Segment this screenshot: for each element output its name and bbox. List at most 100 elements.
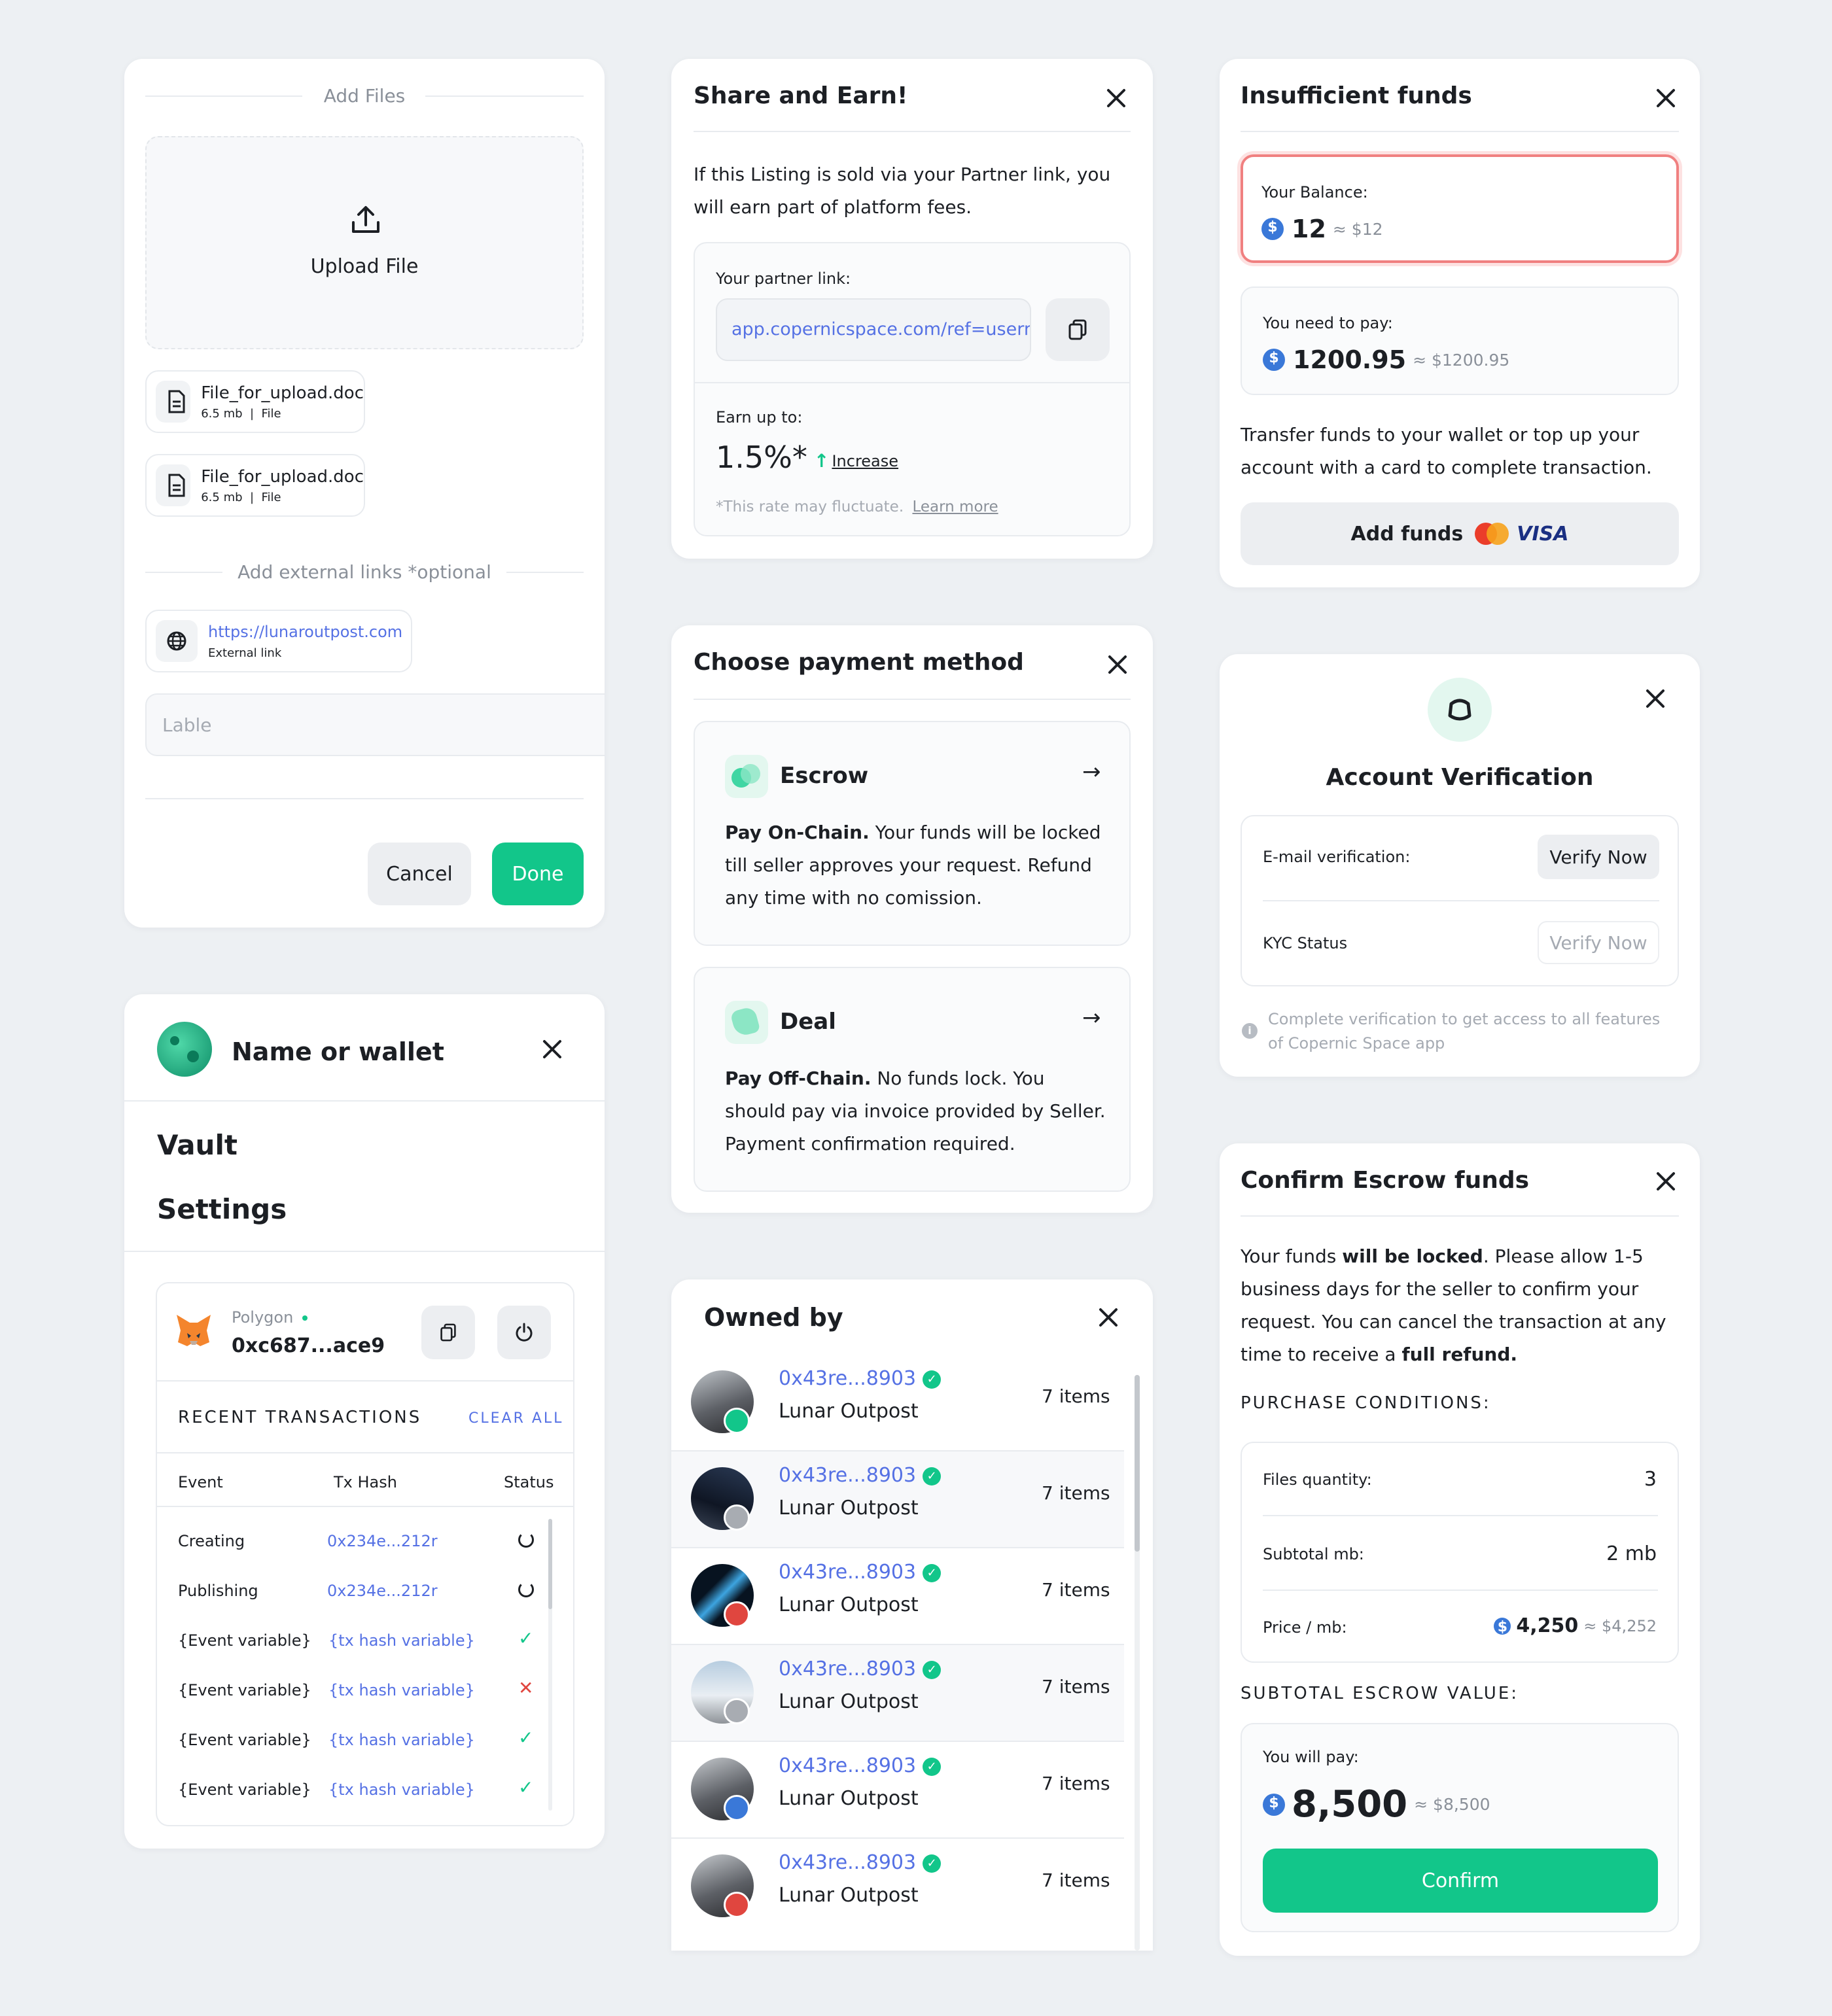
wallet-avatar	[157, 1022, 212, 1077]
email-verify-button[interactable]: Verify Now	[1538, 835, 1659, 879]
upload-icon	[352, 206, 379, 233]
verification-title: Account Verification	[1326, 764, 1594, 791]
tx-hash[interactable]: {tx hash variable}	[328, 1731, 475, 1749]
need-to-pay-label: You need to pay:	[1263, 314, 1393, 332]
close-icon[interactable]	[539, 1036, 565, 1062]
need-to-pay-usd: ≈ $1200.95	[1413, 350, 1510, 370]
owner-items: 7 items	[1042, 1579, 1110, 1601]
close-icon[interactable]	[1095, 1304, 1121, 1330]
close-icon[interactable]	[1653, 1168, 1679, 1194]
tx-hash[interactable]: {tx hash variable}	[328, 1631, 475, 1650]
escrow-option[interactable]: Escrow → Pay On-Chain. Your funds will b…	[694, 721, 1131, 946]
payment-method-title: Choose payment method	[694, 649, 1024, 676]
subtotal-escrow-heading: SUBTOTAL ESCROW VALUE:	[1241, 1684, 1519, 1703]
need-to-pay-value: 1200.95	[1293, 345, 1407, 374]
menu-settings[interactable]: Settings	[157, 1193, 287, 1225]
file-item[interactable]: File_for_upload.doc 6.5 mb | File	[145, 454, 365, 517]
verified-icon: ✓	[923, 1563, 942, 1582]
escrow-icon	[725, 755, 768, 798]
condition-row: Price / mb: 4,250 ≈ $4,252	[1263, 1591, 1657, 1664]
tx-event: {Event variable}	[178, 1731, 311, 1749]
metamask-icon	[174, 1312, 213, 1349]
document-icon	[156, 381, 191, 423]
arrow-right-icon: →	[1082, 1005, 1101, 1031]
divider	[671, 1644, 1124, 1645]
owner-row[interactable]: 0x43re...8903 ✓ Lunar Outpost 7 items	[671, 1838, 1124, 1935]
you-will-pay-label: You will pay:	[1263, 1748, 1359, 1766]
external-link-url[interactable]: https://lunaroutpost.com	[208, 623, 402, 641]
copy-link-button[interactable]	[1046, 298, 1110, 361]
tx-hash[interactable]: 0x234e...212r	[327, 1582, 438, 1600]
partner-link-input[interactable]: app.copernicspace.com/ref=usern	[716, 298, 1031, 361]
col-event: Event	[178, 1473, 223, 1491]
close-icon[interactable]	[1642, 686, 1668, 712]
balance-usd: ≈ $12	[1332, 219, 1383, 239]
owner-row[interactable]: 0x43re...8903 ✓ Lunar Outpost 7 items	[671, 1354, 1124, 1451]
coin-icon	[1494, 1617, 1511, 1635]
verified-icon: ✓	[923, 1370, 942, 1389]
clear-all-link[interactable]: CLEAR ALL	[468, 1410, 563, 1427]
spinner-icon	[518, 1532, 534, 1548]
confirm-button[interactable]: Confirm	[1263, 1849, 1658, 1913]
scrollbar[interactable]	[1135, 1375, 1140, 1951]
kyc-verify-button[interactable]: Verify Now	[1538, 921, 1659, 964]
balance-value: 12	[1292, 215, 1326, 243]
file-size: 6.5 mb	[201, 406, 243, 421]
owner-address[interactable]: 0x43re...8903	[779, 1561, 916, 1584]
owner-address[interactable]: 0x43re...8903	[779, 1367, 916, 1390]
need-to-pay-box: You need to pay: 1200.95 ≈ $1200.95	[1241, 287, 1679, 395]
copy-icon	[440, 1323, 456, 1342]
close-icon[interactable]	[1653, 85, 1679, 111]
partner-link-value: app.copernicspace.com/ref=usern	[731, 319, 1031, 339]
share-earn-body: If this Listing is sold via your Partner…	[694, 164, 1111, 218]
deal-icon	[725, 1001, 768, 1044]
files-quantity-value: 3	[1644, 1468, 1657, 1491]
disconnect-button[interactable]	[497, 1306, 551, 1359]
file-item[interactable]: File_for_upload.doc 6.5 mb | File	[145, 370, 365, 433]
balance-box: Your Balance: 12 ≈ $12	[1241, 154, 1679, 263]
owner-address[interactable]: 0x43re...8903	[779, 1464, 916, 1487]
tx-hash[interactable]: {tx hash variable}	[328, 1781, 475, 1799]
upload-dropzone[interactable]: Upload File	[145, 136, 584, 349]
scrollbar[interactable]	[548, 1519, 552, 1811]
owner-address[interactable]: 0x43re...8903	[779, 1851, 916, 1874]
owner-address[interactable]: 0x43re...8903	[779, 1754, 916, 1777]
increase-indicator: ↑ Increase	[814, 450, 898, 472]
cancel-button[interactable]: Cancel	[368, 843, 471, 905]
owner-row[interactable]: 0x43re...8903 ✓ Lunar Outpost 7 items	[671, 1548, 1124, 1644]
owner-row[interactable]: 0x43re...8903 ✓ Lunar Outpost 7 items	[671, 1644, 1124, 1741]
owned-by-title: Owned by	[704, 1303, 843, 1332]
deal-option[interactable]: Deal → Pay Off-Chain. No funds lock. You…	[694, 967, 1131, 1192]
col-status: Status	[504, 1473, 554, 1491]
deal-bold: Pay Off-Chain.	[725, 1068, 872, 1089]
insufficient-funds-card: Insufficient funds Your Balance: 12 ≈ $1…	[1220, 59, 1700, 587]
badge-icon	[724, 1408, 750, 1434]
badge-icon	[724, 1601, 750, 1627]
divider	[157, 1452, 573, 1453]
transaction-row: {Event variable} {tx hash variable} ✓	[157, 1716, 573, 1766]
document-icon	[156, 464, 191, 506]
external-link-item[interactable]: https://lunaroutpost.com External link	[145, 610, 412, 672]
owner-items: 7 items	[1042, 1385, 1110, 1407]
col-tx-hash: Tx Hash	[334, 1473, 397, 1491]
divider	[1263, 900, 1659, 901]
power-icon	[516, 1323, 533, 1342]
owner-address[interactable]: 0x43re...8903	[779, 1658, 916, 1680]
done-button[interactable]: Done	[492, 843, 584, 905]
owner-row[interactable]: 0x43re...8903 ✓ Lunar Outpost 7 items	[671, 1451, 1124, 1548]
menu-vault[interactable]: Vault	[157, 1129, 238, 1161]
close-icon[interactable]	[1103, 85, 1129, 111]
tx-event: Publishing	[178, 1582, 258, 1600]
close-icon[interactable]	[1104, 652, 1131, 678]
learn-more-link[interactable]: Learn more	[912, 498, 998, 515]
label-input[interactable]: Lable	[145, 693, 605, 756]
add-funds-button[interactable]: Add funds VISA	[1241, 502, 1679, 565]
copy-address-button[interactable]	[421, 1306, 475, 1359]
tx-hash[interactable]: 0x234e...212r	[327, 1532, 438, 1550]
external-link-caption: External link	[208, 646, 282, 660]
you-will-pay-value: 8,500	[1292, 1783, 1408, 1826]
owner-name: Lunar Outpost	[779, 1884, 919, 1907]
arrow-right-icon: →	[1082, 759, 1101, 785]
owner-row[interactable]: 0x43re...8903 ✓ Lunar Outpost 7 items	[671, 1741, 1124, 1838]
tx-hash[interactable]: {tx hash variable}	[328, 1681, 475, 1699]
